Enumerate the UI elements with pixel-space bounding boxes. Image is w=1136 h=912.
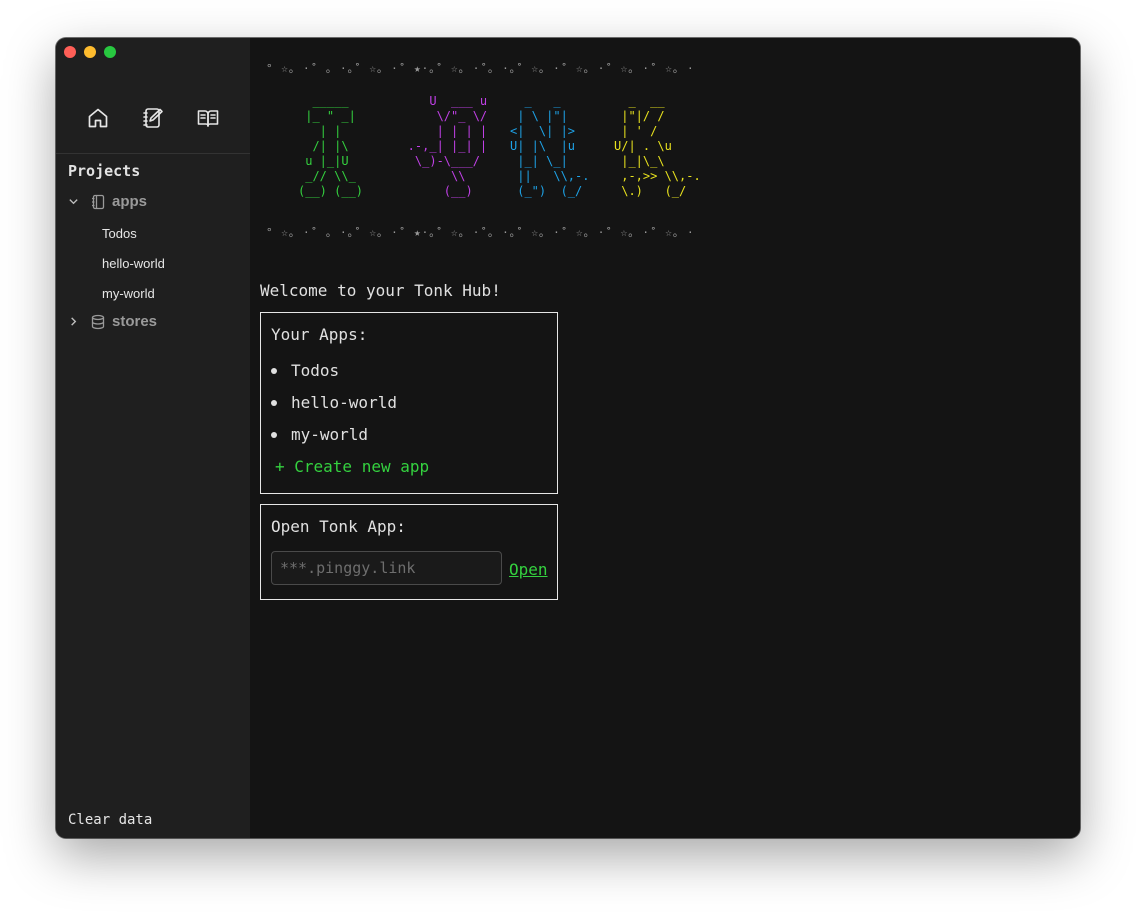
chevron-right-icon (66, 316, 80, 327)
open-app-title: Open Tonk App: (271, 517, 406, 536)
sidebar-divider (56, 153, 250, 154)
clear-data-button[interactable]: Clear data (68, 812, 152, 828)
folder-stores[interactable]: stores (66, 313, 157, 330)
app-window: Projects apps Todos hello-world my-world (56, 38, 1080, 838)
app-label: my-world (291, 425, 369, 444)
app-url-input[interactable] (271, 551, 502, 585)
sidebar-item-todos[interactable]: Todos (102, 226, 137, 241)
chevron-down-icon (66, 196, 80, 207)
your-apps-title: Your Apps: (271, 325, 368, 344)
notebook-icon (90, 194, 106, 210)
open-app-panel: Open Tonk App: Open (260, 504, 558, 600)
main-content: ° ☆｡ ·˚ ｡ ·｡˚ ☆｡ ·˚ ★·｡˚ ☆｡ ·˚｡ ·｡˚ ☆｡ ·… (250, 38, 1080, 838)
app-item-my-world[interactable]: my-world (271, 425, 368, 444)
app-label: Todos (291, 361, 340, 380)
stars-decoration-top: ° ☆｡ ·˚ ｡ ·｡˚ ☆｡ ·˚ ★·｡˚ ☆｡ ·˚｡ ·｡˚ ☆｡ ·… (266, 62, 695, 75)
stars-decoration-bottom: ° ☆｡ ·˚ ｡ ·｡˚ ☆｡ ·˚ ★·｡˚ ☆｡ ·˚｡ ·｡˚ ☆｡ ·… (266, 226, 695, 239)
bullet-icon (271, 367, 277, 374)
minimize-window-button[interactable] (84, 46, 96, 58)
sidebar-nav (56, 104, 250, 132)
app-item-todos[interactable]: Todos (271, 361, 339, 380)
folder-label: stores (112, 313, 158, 330)
sidebar-item-hello-world[interactable]: hello-world (102, 256, 165, 271)
home-icon[interactable] (84, 104, 112, 132)
window-controls (64, 46, 116, 58)
zoom-window-button[interactable] (104, 46, 116, 58)
your-apps-panel: Your Apps: Todos hello-world my-world + … (260, 312, 558, 494)
folder-apps[interactable]: apps (66, 193, 147, 210)
welcome-message: Welcome to your Tonk Hub! (260, 281, 501, 300)
bullet-icon (271, 431, 277, 438)
ascii-letter-t: _____ |_ " _| | | /| |\ u |_|U _// \\_ (… (298, 94, 364, 198)
ascii-letter-k: _ __ |"|/ / | ' / U/| . \u |_|\_\ ,-,>> … (614, 94, 701, 198)
sidebar: Projects apps Todos hello-world my-world (56, 38, 250, 838)
folder-label: apps (112, 193, 148, 210)
sidebar-item-my-world[interactable]: my-world (102, 286, 155, 301)
ascii-letter-o: U ___ u \/"_ \/ | | | | .-,_| |_| | \_)-… (407, 94, 488, 198)
open-book-icon[interactable] (194, 104, 222, 132)
create-new-app-button[interactable]: + Create new app (275, 457, 429, 476)
notebook-edit-icon[interactable] (139, 104, 167, 132)
open-app-link[interactable]: Open (509, 560, 548, 579)
projects-heading: Projects (68, 162, 141, 180)
app-item-hello-world[interactable]: hello-world (271, 393, 397, 412)
bullet-icon (271, 399, 277, 406)
app-label: hello-world (291, 393, 397, 412)
close-window-button[interactable] (64, 46, 76, 58)
database-icon (90, 314, 106, 330)
ascii-letter-n: _ _ | \ |"| <| \| |> U| |\ |u |_| \_| ||… (510, 94, 590, 198)
